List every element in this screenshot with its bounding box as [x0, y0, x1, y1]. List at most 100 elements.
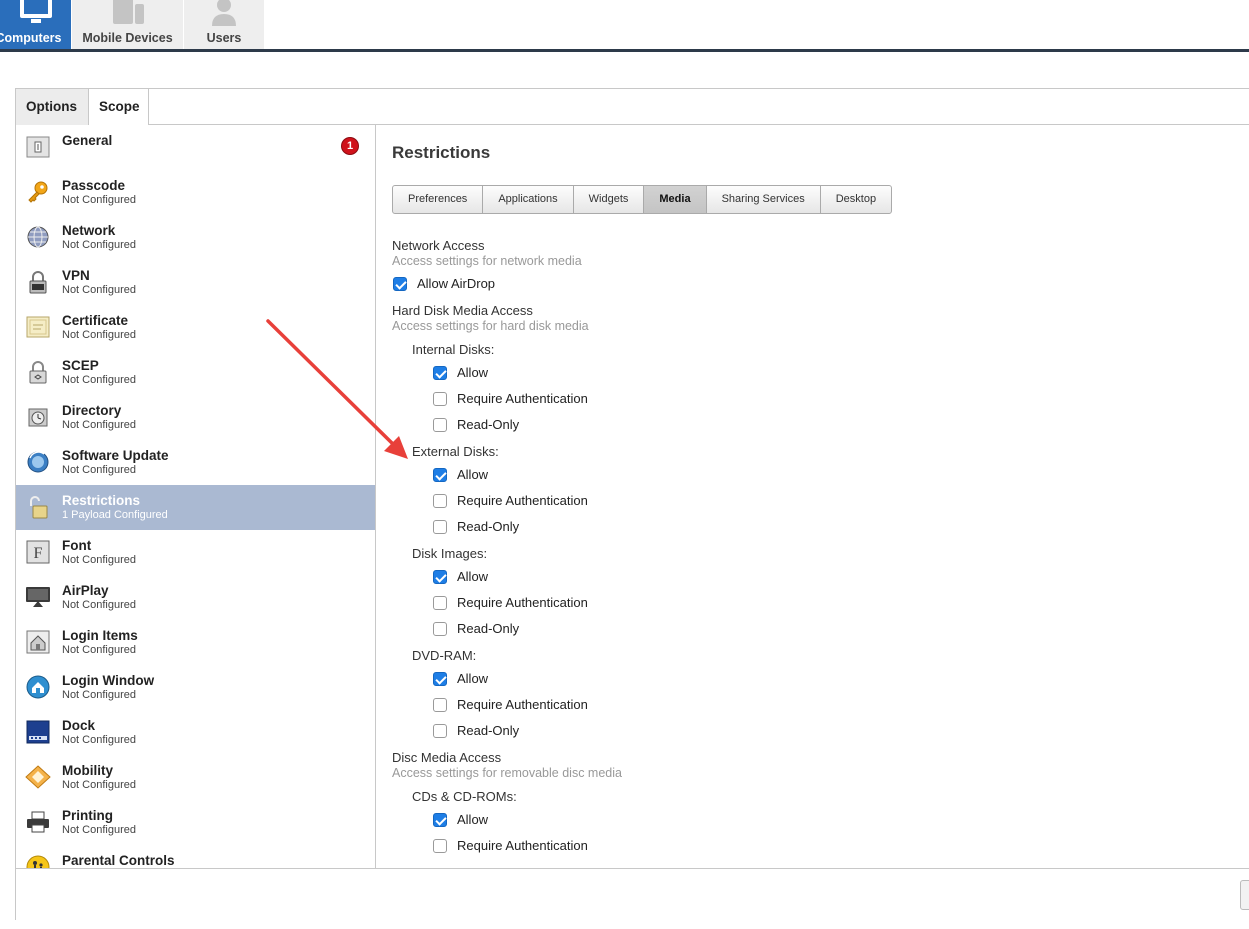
tab-preferences[interactable]: Preferences	[393, 186, 484, 213]
internal-disks-label: Internal Disks:	[412, 342, 495, 357]
checkbox-unchecked[interactable]	[433, 839, 447, 853]
annotation-arrow-icon	[266, 319, 408, 459]
hard-disk-access-title: Hard Disk Media Access	[392, 303, 533, 318]
sidebar-item-airplay[interactable]: AirPlay Not Configured	[16, 575, 375, 620]
sidebar-item-name: VPN	[62, 268, 90, 283]
checkbox-label: Require Authentication	[457, 493, 588, 508]
checkbox-unchecked[interactable]	[433, 418, 447, 432]
checkbox-checked[interactable]	[433, 366, 447, 380]
dock-icon	[25, 719, 51, 745]
checkbox-label: Allow	[457, 467, 489, 482]
checkbox-unchecked[interactable]	[433, 724, 447, 738]
checkbox-unchecked[interactable]	[433, 698, 447, 712]
sidebar-item-name: Certificate	[62, 313, 129, 328]
software-update-icon	[25, 449, 51, 475]
checkbox-checked[interactable]	[433, 468, 447, 482]
certificate-icon	[25, 314, 51, 340]
sidebar-item-status: Not Configured	[62, 464, 136, 476]
airplay-icon	[25, 584, 51, 610]
network-access-desc: Access settings for network media	[392, 254, 582, 268]
checkbox-unchecked[interactable]	[433, 494, 447, 508]
sidebar-item-name: Parental Controls	[62, 853, 175, 868]
sidebar-item-name: Font	[62, 538, 92, 553]
sidebar-item-login-items[interactable]: Login Items Not Configured	[16, 620, 375, 665]
sidebar-item-status: Not Configured	[62, 734, 136, 746]
sidebar-item-mobility[interactable]: Mobility Not Configured	[16, 755, 375, 800]
bottom-action-bar	[16, 868, 1249, 920]
sidebar-item-login-window[interactable]: Login Window Not Configured	[16, 665, 375, 710]
tab-sharing-services[interactable]: Sharing Services	[707, 186, 821, 213]
top-nav: Computers Mobile Devices Users	[0, 0, 1249, 52]
tab-options[interactable]: Options	[16, 89, 89, 125]
sidebar-item-dock[interactable]: Dock Not Configured	[16, 710, 375, 755]
sidebar-item-status: Not Configured	[62, 824, 136, 836]
sidebar-item-name: Restrictions	[62, 493, 141, 508]
nav-tab-users[interactable]: Users	[184, 0, 264, 49]
checkbox-unchecked[interactable]	[433, 622, 447, 636]
dvd-ram-label: DVD-RAM:	[412, 648, 477, 663]
checkbox-label: Require Authentication	[457, 595, 588, 610]
checkbox-label: Allow	[457, 671, 489, 686]
sidebar-item-status: Not Configured	[62, 599, 136, 611]
checkbox-unchecked[interactable]	[433, 520, 447, 534]
nav-tab-mobile-devices[interactable]: Mobile Devices	[72, 0, 183, 49]
sidebar-item-name: Printing	[62, 808, 113, 823]
sidebar-item-name: Network	[62, 223, 116, 238]
sidebar-item-status: Not Configured	[62, 284, 136, 296]
restrictions-content: Restrictions Preferences Applications Wi…	[376, 125, 1249, 868]
sidebar-item-status: Not Configured	[62, 779, 136, 791]
tab-media[interactable]: Media	[644, 186, 707, 213]
checkbox-checked[interactable]	[393, 277, 407, 291]
disk-images-label: Disk Images:	[412, 546, 488, 561]
sidebar-item-parental-controls[interactable]: Parental Controls	[16, 845, 375, 868]
checkbox-label: Require Authentication	[457, 838, 588, 853]
key-icon	[25, 179, 51, 205]
hard-disk-access-desc: Access settings for hard disk media	[392, 319, 589, 333]
parental-controls-icon	[25, 854, 51, 868]
checkbox-label: Allow	[457, 812, 489, 827]
user-icon	[212, 0, 236, 26]
sidebar-item-name: Software Update	[62, 448, 169, 463]
disc-media-access-title: Disc Media Access	[392, 750, 502, 765]
sidebar-item-name: AirPlay	[62, 583, 109, 598]
tab-scope[interactable]: Scope	[89, 89, 149, 125]
mobile-devices-icon	[112, 0, 144, 24]
sidebar-item-restrictions[interactable]: Restrictions 1 Payload Configured	[16, 485, 375, 530]
sidebar-item-status: Not Configured	[62, 689, 136, 701]
tab-widgets[interactable]: Widgets	[574, 186, 645, 213]
computer-icon	[19, 0, 52, 23]
tab-desktop[interactable]: Desktop	[821, 186, 891, 213]
checkbox-checked[interactable]	[433, 813, 447, 827]
sidebar-item-status: Not Configured	[62, 554, 136, 566]
sidebar-item-status: Not Configured	[62, 329, 136, 341]
checkbox-checked[interactable]	[433, 570, 447, 584]
checkbox-label: Read-Only	[457, 621, 520, 636]
scep-lock-icon	[25, 359, 51, 385]
checkbox-label: Read-Only	[457, 519, 520, 534]
nav-tab-label: Computers	[0, 31, 62, 45]
sidebar-item-vpn[interactable]: VPN Not Configured	[16, 260, 375, 305]
nav-tab-label: Users	[206, 31, 242, 45]
sidebar-item-font[interactable]: F Font Not Configured	[16, 530, 375, 575]
checkbox-label: Require Authentication	[457, 391, 588, 406]
sidebar-item-network[interactable]: Network Not Configured	[16, 215, 375, 260]
action-button[interactable]	[1240, 880, 1249, 910]
sidebar-item-name: General	[62, 133, 113, 148]
sidebar-item-passcode[interactable]: Passcode Not Configured	[16, 170, 375, 215]
payload-sidebar[interactable]: General 1 Passcode Not Configured Networ…	[16, 125, 376, 868]
sidebar-item-name: SCEP	[62, 358, 99, 373]
sidebar-item-status: Not Configured	[62, 644, 136, 656]
sidebar-item-general[interactable]: General 1	[16, 125, 375, 170]
checkbox-unchecked[interactable]	[433, 392, 447, 406]
svg-text:F: F	[34, 545, 43, 562]
tab-applications[interactable]: Applications	[483, 186, 574, 213]
sidebar-item-name: Dock	[62, 718, 96, 733]
printer-icon	[25, 809, 51, 835]
sidebar-item-name: Login Window	[62, 673, 155, 688]
nav-tab-computers[interactable]: Computers	[0, 0, 71, 49]
login-items-icon	[25, 629, 51, 655]
checkbox-unchecked[interactable]	[433, 596, 447, 610]
globe-icon	[25, 224, 51, 250]
sidebar-item-printing[interactable]: Printing Not Configured	[16, 800, 375, 845]
checkbox-checked[interactable]	[433, 672, 447, 686]
